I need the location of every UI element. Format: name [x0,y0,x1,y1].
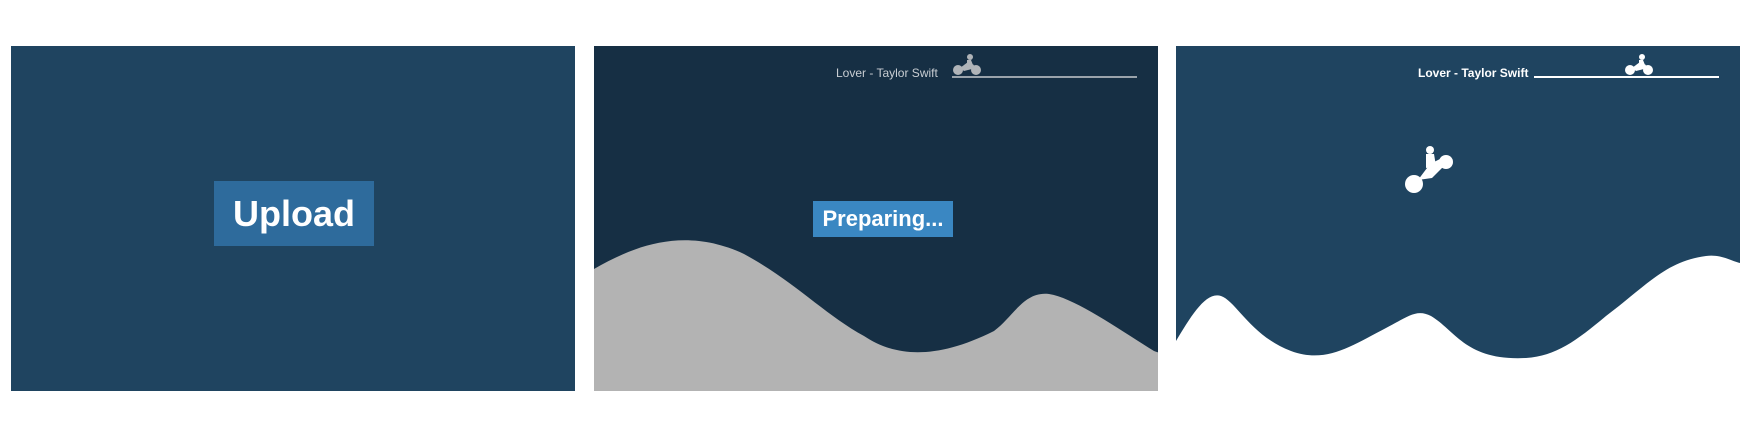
rider-jumping-icon [1405,146,1453,193]
preparing-button[interactable]: Preparing... [813,201,953,237]
bike-rider-icon [1625,54,1653,75]
terrain-hills [1176,255,1740,391]
upload-screen: Upload [11,46,575,391]
song-title: Lover - Taylor Swift [1418,66,1529,80]
screens-strip: Upload Lover - Taylor Swift Preparing...… [0,0,1762,442]
upload-button[interactable]: Upload [214,181,374,246]
playing-screen: Lover - Taylor Swift [1176,46,1740,391]
preparing-screen: Lover - Taylor Swift Preparing... [594,46,1158,391]
song-title: Lover - Taylor Swift [836,66,938,80]
bike-rider-icon [953,54,981,75]
